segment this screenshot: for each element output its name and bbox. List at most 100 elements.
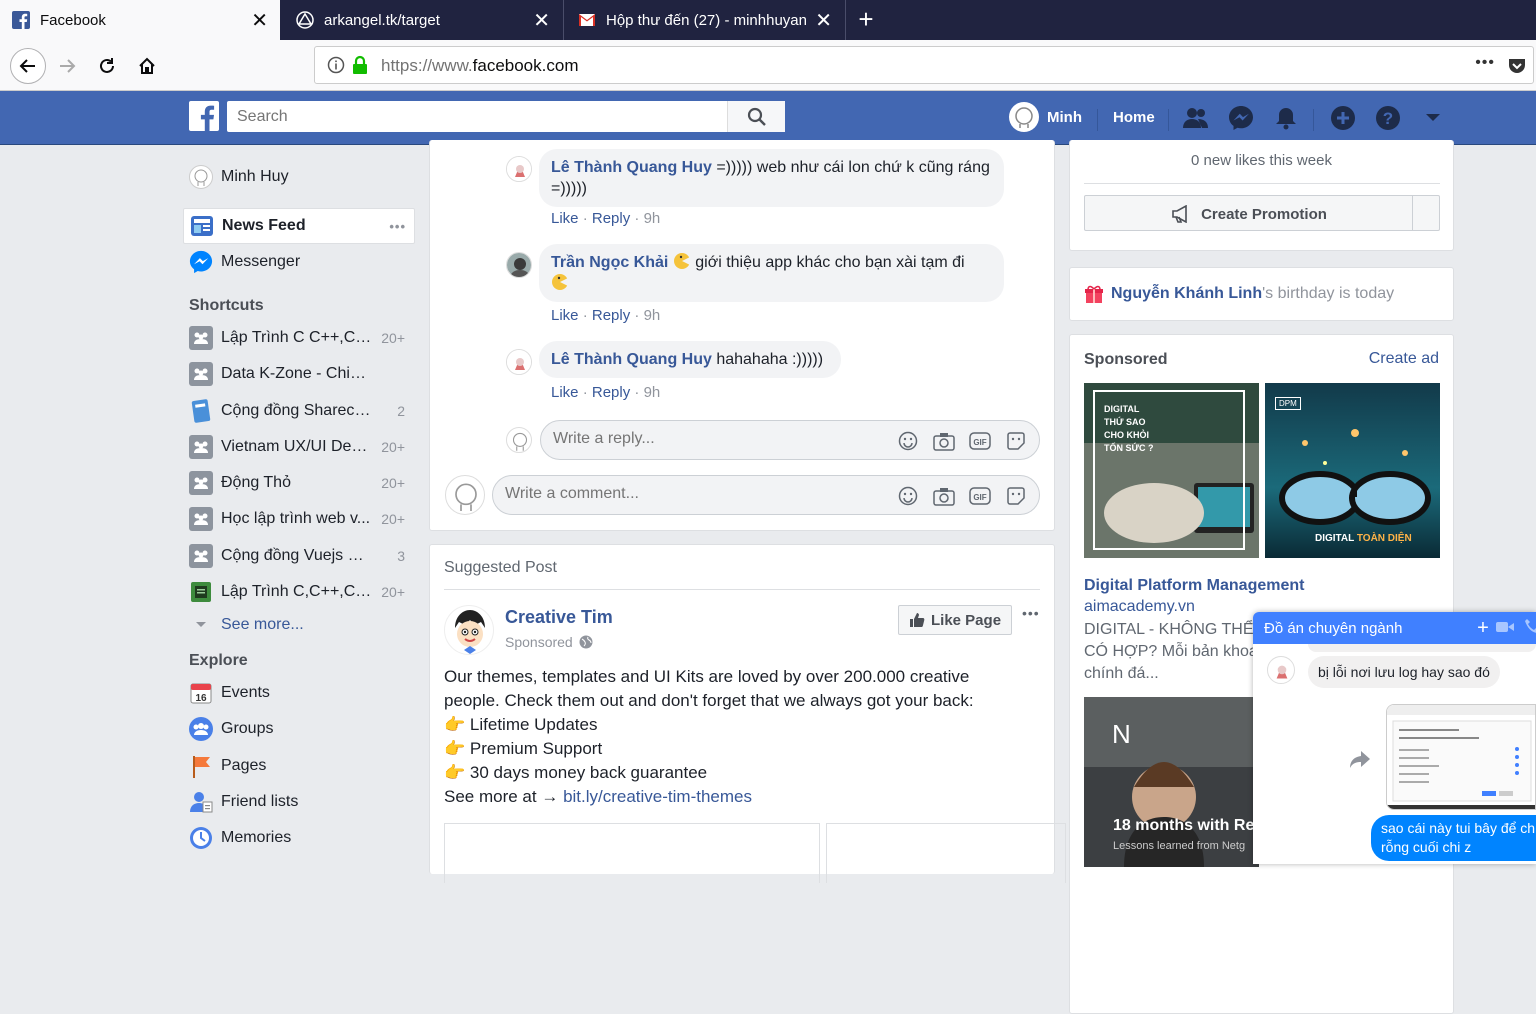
pocket-icon[interactable] [1507,56,1527,76]
search-input[interactable] [227,101,727,132]
sidebar-item-friend-lists[interactable]: Friend lists [183,784,415,820]
comment-input[interactable] [505,485,825,503]
facebook-logo-icon[interactable] [189,101,219,131]
avatar[interactable] [1267,656,1295,684]
avatar[interactable] [506,349,532,375]
home-icon[interactable] [133,52,161,80]
post-link[interactable]: bit.ly/creative-tim-themes [563,787,752,806]
carousel-card[interactable] [826,823,1066,883]
page-avatar[interactable] [444,605,494,655]
shortcut-item[interactable]: Học lập trình web v... 20+ [183,501,415,537]
reply-input[interactable] [553,430,873,448]
like-link[interactable]: Like [551,384,579,401]
shortcut-item[interactable]: Lập Trình C C++,C# ... 20+ [183,320,415,356]
comment-time[interactable]: 9h [644,384,661,401]
shortcut-item[interactable]: Vietnam UX/UI Designers 20+ [183,429,415,465]
lock-icon[interactable] [351,55,369,75]
search-button[interactable] [727,101,785,132]
camera-icon[interactable] [933,430,955,452]
comment-author[interactable]: Lê Thành Quang Huy [551,351,712,368]
ad-image-1[interactable]: DIGITAL THỨ SAO CHO KHỎI TỐN SỨC ? [1084,383,1259,558]
emoji-icon[interactable] [897,430,919,452]
shortcut-item[interactable]: Cộng đồng Vuejs Việt Nam 3 [183,538,415,574]
chat-image-attachment[interactable] [1386,704,1536,810]
tab-facebook[interactable]: Facebook ✕ [0,0,280,40]
sidebar-item-label: Events [221,684,270,701]
sidebar-item-messenger[interactable]: Messenger [183,244,415,280]
reply-link[interactable]: Reply [592,307,630,324]
birthday-name[interactable]: Nguyễn Khánh Linh [1111,285,1262,302]
shortcut-item[interactable]: Lập Trình C,C++,C# ... 20+ [183,574,415,610]
sidebar-item-news-feed[interactable]: News Feed ••• [183,208,415,244]
page-actions-icon[interactable]: ••• [1475,54,1495,72]
reply-link[interactable]: Reply [592,210,630,227]
comment-time[interactable]: 9h [644,307,661,324]
page-name[interactable]: Creative Tim [505,607,613,628]
groups-icon [189,717,213,741]
forward-icon[interactable] [53,52,81,80]
video-call-icon[interactable] [1496,620,1524,637]
comment-author[interactable]: Trần Ngọc Khải [551,254,668,271]
gif-icon[interactable]: GIF [969,430,991,452]
sidebar-item-profile[interactable]: Minh Huy [183,159,415,195]
more-options-icon[interactable]: ••• [389,219,414,234]
sticker-icon[interactable] [1005,485,1027,507]
like-link[interactable]: Like [551,307,579,324]
comment-author[interactable]: Lê Thành Quang Huy [551,159,712,176]
see-more-link[interactable]: See more... [183,607,415,643]
profile-link[interactable]: Minh [1009,101,1082,133]
help-icon[interactable]: ? [1373,103,1403,133]
birthday-card: Nguyễn Khánh Linh's birthday is today [1069,267,1454,321]
close-tab-icon[interactable]: ✕ [251,8,268,33]
ad-domain[interactable]: aimacademy.vn [1084,598,1195,616]
create-ad-link[interactable]: Create ad [1369,350,1439,368]
gift-icon [1085,285,1103,303]
like-link[interactable]: Like [551,210,579,227]
sidebar-item-events[interactable]: 16 Events [183,675,415,711]
messenger-icon[interactable] [1226,103,1256,133]
tab-gmail[interactable]: Hộp thư đến (27) - minhhuyant ✕ [566,0,844,40]
chat-header[interactable]: Đồ án chuyên ngành + [1253,612,1536,644]
shortcut-item[interactable]: Cộng đồng Sharecode 2 [183,393,415,429]
sidebar-item-pages[interactable]: Pages [183,748,415,784]
comment-time[interactable]: 9h [644,210,661,227]
gif-icon[interactable]: GIF [969,485,991,507]
create-icon[interactable] [1328,103,1358,133]
info-icon[interactable] [327,56,345,74]
sticker-icon[interactable] [1005,430,1027,452]
sponsored-label[interactable]: Sponsored [505,634,593,650]
sidebar-item-memories[interactable]: Memories [183,820,415,856]
create-promotion-button[interactable]: Create Promotion [1084,195,1440,231]
add-people-icon[interactable]: + [1470,617,1496,640]
account-menu-icon[interactable] [1418,103,1448,133]
phone-call-icon[interactable] [1524,618,1536,638]
home-link[interactable]: Home [1113,101,1155,133]
post-options-icon[interactable]: ••• [1022,605,1040,621]
emoji-icon[interactable] [897,485,919,507]
ad-image-2[interactable]: DPM DIGITAL TOÀN DIỆN [1265,383,1440,558]
reload-icon[interactable] [93,52,121,80]
shortcut-item[interactable]: Data K-Zone - Chia ... [183,356,415,392]
ad-image-3[interactable]: N 18 months with Re Lessons learned from… [1084,697,1259,867]
ad-title[interactable]: Digital Platform Management [1084,577,1304,595]
reply-link[interactable]: Reply [592,384,630,401]
chevron-down-icon [189,613,213,637]
tab-arkangel[interactable]: arkangel.tk/target ✕ [284,0,562,40]
avatar[interactable] [506,252,532,278]
carousel-card[interactable] [444,823,820,883]
chat-title[interactable]: Đồ án chuyên ngành [1264,620,1470,637]
share-arrow-icon[interactable] [1349,749,1371,769]
sidebar-item-groups[interactable]: Groups [183,711,415,747]
new-tab-icon[interactable]: + [852,6,880,34]
back-icon[interactable] [10,48,46,84]
like-page-button[interactable]: Like Page [898,605,1013,635]
friend-requests-icon[interactable] [1181,103,1211,133]
avatar[interactable] [506,156,532,182]
sidebar-item-label: Friend lists [221,793,299,810]
camera-icon[interactable] [933,485,955,507]
close-tab-icon[interactable]: ✕ [533,8,550,33]
url-bar[interactable]: https://www.facebook.com ••• [314,46,1534,84]
notifications-icon[interactable] [1271,103,1301,133]
shortcut-item[interactable]: Động Thỏ 20+ [183,465,415,501]
close-tab-icon[interactable]: ✕ [815,8,832,33]
